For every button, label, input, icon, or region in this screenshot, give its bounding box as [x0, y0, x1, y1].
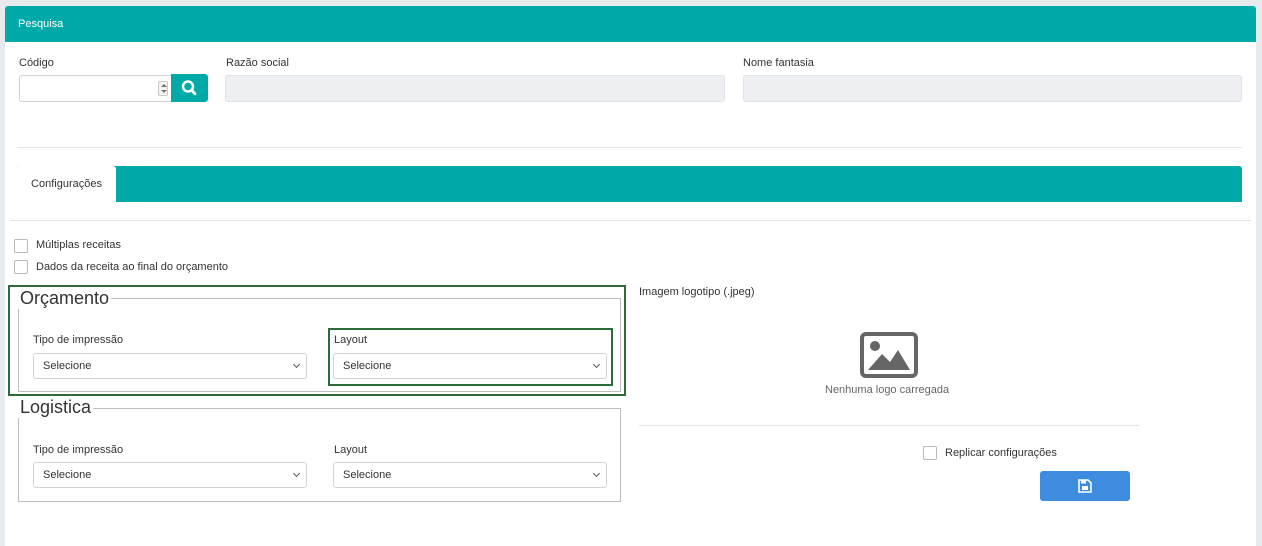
logistica-tipo-select[interactable]: Selecione: [33, 462, 307, 488]
search-button[interactable]: [171, 74, 208, 102]
logistica-legend: Logistica: [18, 396, 94, 418]
dados-receita-label: Dados da receita ao final do orçamento: [36, 261, 229, 273]
panel-title: Pesquisa: [18, 18, 64, 30]
panel-header: Pesquisa: [5, 6, 1256, 42]
image-placeholder-icon[interactable]: [860, 332, 918, 378]
codigo-input[interactable]: [19, 75, 173, 102]
nome-fantasia-field[interactable]: [743, 75, 1242, 102]
layout-highlight: [328, 328, 613, 386]
logo-empty-text: Nenhuma logo carregada: [825, 384, 950, 396]
replicar-checkbox[interactable]: [923, 446, 937, 460]
logo-label: Imagem logotipo (.jpeg): [639, 286, 755, 298]
chevron-down-icon: [592, 469, 601, 478]
codigo-stepper[interactable]: [158, 81, 168, 96]
save-button[interactable]: [1040, 471, 1130, 501]
fantasia-label: Nome fantasia: [743, 57, 814, 69]
logistica-tipo-label: Tipo de impressão: [33, 444, 124, 456]
logistica-layout-select[interactable]: Selecione: [333, 462, 607, 488]
razao-label: Razão social: [226, 57, 289, 69]
logistica-layout-value: Selecione: [343, 469, 392, 481]
floppy-disk-icon: [1078, 479, 1092, 493]
search-icon: [181, 80, 197, 96]
logistica-layout-label: Layout: [334, 444, 368, 456]
chevron-down-icon: [292, 469, 301, 478]
razao-social-field[interactable]: [225, 75, 725, 102]
divider: [17, 147, 1242, 148]
logo-divider: [639, 425, 1139, 426]
multiplas-receitas-checkbox[interactable]: [14, 239, 28, 253]
tab-divider: [10, 220, 1251, 221]
logistica-tipo-value: Selecione: [43, 469, 92, 481]
multiplas-receitas-label: Múltiplas receitas: [36, 239, 121, 251]
dados-receita-checkbox[interactable]: [14, 260, 28, 274]
codigo-label: Código: [19, 57, 54, 69]
tab-configuracoes[interactable]: Configurações: [17, 166, 116, 202]
tab-bar: Configurações: [17, 166, 1242, 202]
tab-configuracoes-label: Configurações: [31, 178, 102, 190]
replicar-label: Replicar configurações: [945, 447, 1057, 459]
main-card: Pesquisa Código Razão social Nome fantas…: [5, 6, 1256, 546]
